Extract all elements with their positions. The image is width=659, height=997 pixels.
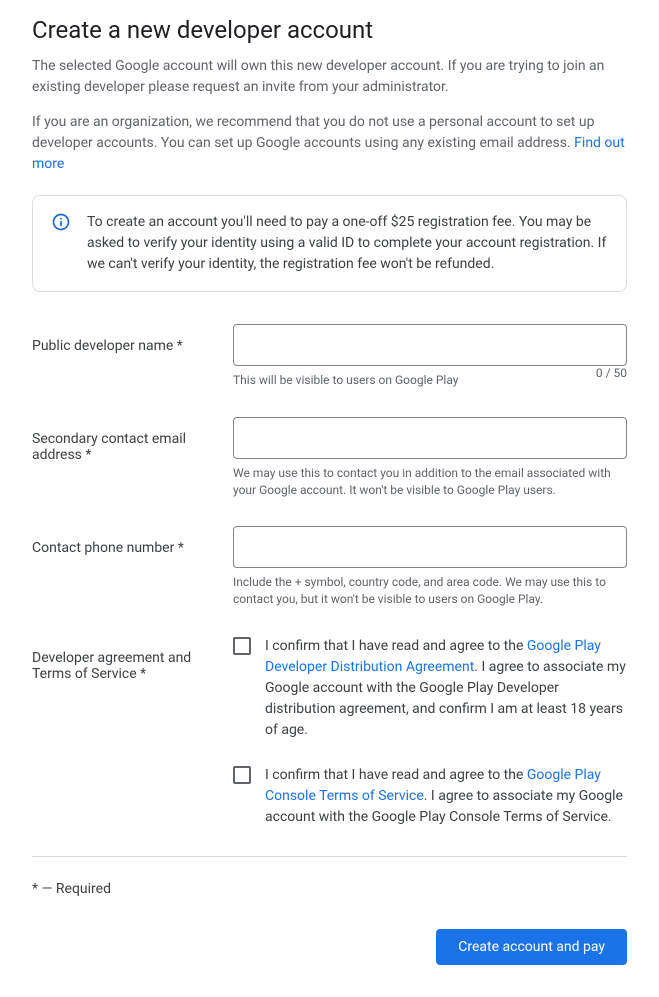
- required-note: * — Required: [32, 881, 627, 897]
- create-account-button[interactable]: Create account and pay: [436, 929, 627, 965]
- phone-label: Contact phone number *: [32, 526, 217, 556]
- distribution-agreement-checkbox[interactable]: [233, 637, 251, 655]
- field-row-phone: Contact phone number * Include the + sym…: [32, 526, 627, 608]
- agreement-label: Developer agreement and Terms of Service…: [32, 636, 217, 682]
- info-box-text: To create an account you'll need to pay …: [87, 212, 608, 275]
- checkbox-row-tos: I confirm that I have read and agree to …: [233, 765, 627, 828]
- divider: [32, 856, 627, 857]
- intro-text-2: If you are an organization, we recommend…: [32, 114, 594, 151]
- field-row-contact-email: Secondary contact email address * We may…: [32, 417, 627, 499]
- contact-email-helper: We may use this to contact you in additi…: [233, 465, 627, 499]
- phone-helper: Include the + symbol, country code, and …: [233, 574, 627, 608]
- phone-input[interactable]: [233, 526, 627, 568]
- dev-name-label: Public developer name *: [32, 324, 217, 354]
- field-row-dev-name: Public developer name * This will be vis…: [32, 324, 627, 389]
- intro-paragraph-2: If you are an organization, we recommend…: [32, 112, 627, 175]
- field-row-agreement: Developer agreement and Terms of Service…: [32, 636, 627, 828]
- contact-email-label: Secondary contact email address *: [32, 417, 217, 463]
- distribution-agreement-text: I confirm that I have read and agree to …: [265, 636, 627, 741]
- intro-paragraph-1: The selected Google account will own thi…: [32, 56, 627, 98]
- dev-name-counter: 0 / 50: [596, 366, 627, 389]
- dev-name-helper: This will be visible to users on Google …: [233, 372, 458, 389]
- dev-name-input[interactable]: [233, 324, 627, 366]
- checkbox-row-distribution: I confirm that I have read and agree to …: [233, 636, 627, 741]
- contact-email-input[interactable]: [233, 417, 627, 459]
- tos-text: I confirm that I have read and agree to …: [265, 765, 627, 828]
- page-title: Create a new developer account: [32, 16, 627, 44]
- check2-prefix: I confirm that I have read and agree to …: [265, 767, 527, 783]
- info-box: To create an account you'll need to pay …: [32, 195, 627, 292]
- tos-checkbox[interactable]: [233, 766, 251, 784]
- info-icon: [51, 212, 71, 275]
- check1-prefix: I confirm that I have read and agree to …: [265, 638, 527, 654]
